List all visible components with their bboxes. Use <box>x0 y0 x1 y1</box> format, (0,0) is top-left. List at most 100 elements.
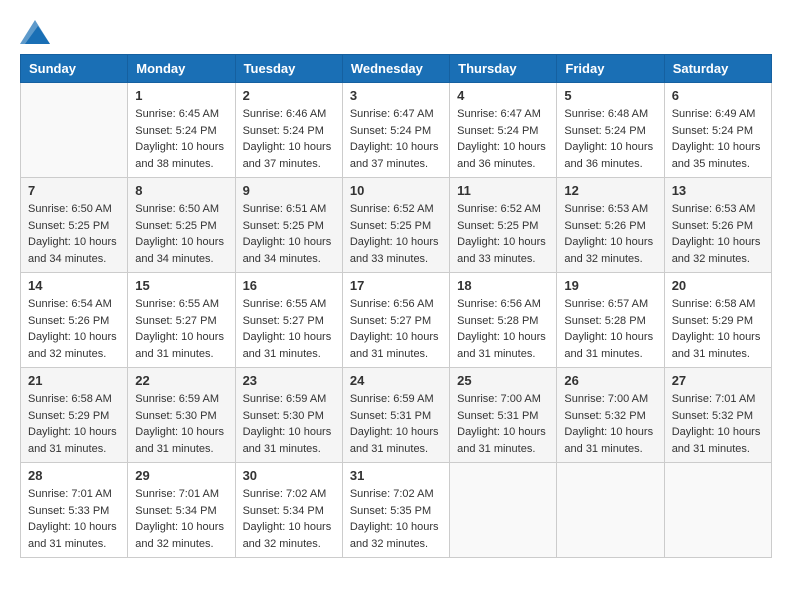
day-info: Sunrise: 7:02 AMSunset: 5:35 PMDaylight:… <box>350 486 442 552</box>
day-number: 9 <box>243 183 335 198</box>
calendar-day-cell <box>450 463 557 558</box>
calendar-week-row: 14Sunrise: 6:54 AMSunset: 5:26 PMDayligh… <box>21 273 772 368</box>
day-info: Sunrise: 6:50 AMSunset: 5:25 PMDaylight:… <box>28 201 120 267</box>
day-info: Sunrise: 6:57 AMSunset: 5:28 PMDaylight:… <box>564 296 656 362</box>
weekday-header: Wednesday <box>342 55 449 83</box>
day-number: 4 <box>457 88 549 103</box>
calendar-day-cell: 11 Sunrise: 6:52 AMSunset: 5:25 PMDayligh… <box>450 178 557 273</box>
day-info: Sunrise: 6:51 AMSunset: 5:25 PMDaylight:… <box>243 201 335 267</box>
day-info: Sunrise: 7:01 AMSunset: 5:34 PMDaylight:… <box>135 486 227 552</box>
day-info: Sunrise: 6:47 AMSunset: 5:24 PMDaylight:… <box>350 106 442 172</box>
day-info: Sunrise: 6:50 AMSunset: 5:25 PMDaylight:… <box>135 201 227 267</box>
calendar-day-cell: 17Sunrise: 6:56 AMSunset: 5:27 PMDayligh… <box>342 273 449 368</box>
day-number: 18 <box>457 278 549 293</box>
calendar-day-cell: 27 Sunrise: 7:01 AMSunset: 5:32 PMDayligh… <box>664 368 771 463</box>
day-number: 5 <box>564 88 656 103</box>
day-number: 7 <box>28 183 120 198</box>
day-number: 8 <box>135 183 227 198</box>
day-info: Sunrise: 6:48 AMSunset: 5:24 PMDaylight:… <box>564 106 656 172</box>
weekday-header: Thursday <box>450 55 557 83</box>
calendar-day-cell: 16 Sunrise: 6:55 AMSunset: 5:27 PMDayligh… <box>235 273 342 368</box>
day-number: 6 <box>672 88 764 103</box>
day-info: Sunrise: 6:55 AMSunset: 5:27 PMDaylight:… <box>243 296 335 362</box>
day-number: 3 <box>350 88 442 103</box>
day-number: 26 <box>564 373 656 388</box>
calendar-day-cell: 12 Sunrise: 6:53 AMSunset: 5:26 PMDayligh… <box>557 178 664 273</box>
calendar-day-cell: 31 Sunrise: 7:02 AMSunset: 5:35 PMDayligh… <box>342 463 449 558</box>
day-info: Sunrise: 6:56 AMSunset: 5:28 PMDaylight:… <box>457 296 549 362</box>
calendar-day-cell: 22 Sunrise: 6:59 AMSunset: 5:30 PMDayligh… <box>128 368 235 463</box>
day-info: Sunrise: 6:52 AMSunset: 5:25 PMDaylight:… <box>457 201 549 267</box>
calendar-day-cell: 1Sunrise: 6:45 AMSunset: 5:24 PMDaylight… <box>128 83 235 178</box>
day-number: 15 <box>135 278 227 293</box>
day-number: 22 <box>135 373 227 388</box>
day-number: 24 <box>350 373 442 388</box>
day-info: Sunrise: 6:59 AMSunset: 5:30 PMDaylight:… <box>243 391 335 457</box>
day-number: 28 <box>28 468 120 483</box>
weekday-header: Monday <box>128 55 235 83</box>
calendar-week-row: 1Sunrise: 6:45 AMSunset: 5:24 PMDaylight… <box>21 83 772 178</box>
day-info: Sunrise: 7:02 AMSunset: 5:34 PMDaylight:… <box>243 486 335 552</box>
day-number: 14 <box>28 278 120 293</box>
calendar-week-row: 7 Sunrise: 6:50 AMSunset: 5:25 PMDaylight… <box>21 178 772 273</box>
calendar-day-cell: 14Sunrise: 6:54 AMSunset: 5:26 PMDayligh… <box>21 273 128 368</box>
calendar-header-row: SundayMondayTuesdayWednesdayThursdayFrid… <box>21 55 772 83</box>
calendar-day-cell: 7 Sunrise: 6:50 AMSunset: 5:25 PMDaylight… <box>21 178 128 273</box>
calendar-day-cell: 21Sunrise: 6:58 AMSunset: 5:29 PMDayligh… <box>21 368 128 463</box>
day-info: Sunrise: 6:55 AMSunset: 5:27 PMDaylight:… <box>135 296 227 362</box>
day-number: 23 <box>243 373 335 388</box>
calendar-day-cell: 9 Sunrise: 6:51 AMSunset: 5:25 PMDaylight… <box>235 178 342 273</box>
weekday-header: Tuesday <box>235 55 342 83</box>
logo <box>20 20 54 44</box>
logo-icon <box>20 20 50 44</box>
day-info: Sunrise: 6:59 AMSunset: 5:31 PMDaylight:… <box>350 391 442 457</box>
day-number: 25 <box>457 373 549 388</box>
calendar-day-cell <box>21 83 128 178</box>
day-number: 1 <box>135 88 227 103</box>
calendar-day-cell: 24 Sunrise: 6:59 AMSunset: 5:31 PMDayligh… <box>342 368 449 463</box>
calendar-day-cell: 28 Sunrise: 7:01 AMSunset: 5:33 PMDayligh… <box>21 463 128 558</box>
day-number: 20 <box>672 278 764 293</box>
day-number: 10 <box>350 183 442 198</box>
calendar-day-cell: 29 Sunrise: 7:01 AMSunset: 5:34 PMDayligh… <box>128 463 235 558</box>
calendar-day-cell: 19Sunrise: 6:57 AMSunset: 5:28 PMDayligh… <box>557 273 664 368</box>
day-info: Sunrise: 7:01 AMSunset: 5:32 PMDaylight:… <box>672 391 764 457</box>
calendar-day-cell: 15 Sunrise: 6:55 AMSunset: 5:27 PMDayligh… <box>128 273 235 368</box>
calendar-day-cell: 30 Sunrise: 7:02 AMSunset: 5:34 PMDayligh… <box>235 463 342 558</box>
day-number: 29 <box>135 468 227 483</box>
day-info: Sunrise: 6:56 AMSunset: 5:27 PMDaylight:… <box>350 296 442 362</box>
weekday-header: Friday <box>557 55 664 83</box>
day-info: Sunrise: 6:53 AMSunset: 5:26 PMDaylight:… <box>564 201 656 267</box>
day-info: Sunrise: 7:00 AMSunset: 5:32 PMDaylight:… <box>564 391 656 457</box>
day-info: Sunrise: 6:46 AMSunset: 5:24 PMDaylight:… <box>243 106 335 172</box>
day-number: 30 <box>243 468 335 483</box>
weekday-header: Sunday <box>21 55 128 83</box>
day-number: 11 <box>457 183 549 198</box>
calendar-day-cell: 8 Sunrise: 6:50 AMSunset: 5:25 PMDaylight… <box>128 178 235 273</box>
calendar-day-cell: 25 Sunrise: 7:00 AMSunset: 5:31 PMDayligh… <box>450 368 557 463</box>
calendar-day-cell: 26 Sunrise: 7:00 AMSunset: 5:32 PMDayligh… <box>557 368 664 463</box>
calendar-day-cell: 3 Sunrise: 6:47 AMSunset: 5:24 PMDaylight… <box>342 83 449 178</box>
calendar-day-cell <box>664 463 771 558</box>
day-info: Sunrise: 6:59 AMSunset: 5:30 PMDaylight:… <box>135 391 227 457</box>
day-info: Sunrise: 6:49 AMSunset: 5:24 PMDaylight:… <box>672 106 764 172</box>
day-number: 16 <box>243 278 335 293</box>
day-number: 13 <box>672 183 764 198</box>
calendar-table: SundayMondayTuesdayWednesdayThursdayFrid… <box>20 54 772 558</box>
calendar-day-cell: 23 Sunrise: 6:59 AMSunset: 5:30 PMDayligh… <box>235 368 342 463</box>
day-info: Sunrise: 7:00 AMSunset: 5:31 PMDaylight:… <box>457 391 549 457</box>
calendar-day-cell: 4 Sunrise: 6:47 AMSunset: 5:24 PMDaylight… <box>450 83 557 178</box>
day-number: 31 <box>350 468 442 483</box>
calendar-day-cell <box>557 463 664 558</box>
day-number: 21 <box>28 373 120 388</box>
calendar-week-row: 28 Sunrise: 7:01 AMSunset: 5:33 PMDayligh… <box>21 463 772 558</box>
day-info: Sunrise: 7:01 AMSunset: 5:33 PMDaylight:… <box>28 486 120 552</box>
day-number: 12 <box>564 183 656 198</box>
day-number: 27 <box>672 373 764 388</box>
day-info: Sunrise: 6:47 AMSunset: 5:24 PMDaylight:… <box>457 106 549 172</box>
weekday-header: Saturday <box>664 55 771 83</box>
calendar-day-cell: 20Sunrise: 6:58 AMSunset: 5:29 PMDayligh… <box>664 273 771 368</box>
calendar-day-cell: 13Sunrise: 6:53 AMSunset: 5:26 PMDayligh… <box>664 178 771 273</box>
calendar-day-cell: 5 Sunrise: 6:48 AMSunset: 5:24 PMDaylight… <box>557 83 664 178</box>
page-header <box>20 20 772 44</box>
